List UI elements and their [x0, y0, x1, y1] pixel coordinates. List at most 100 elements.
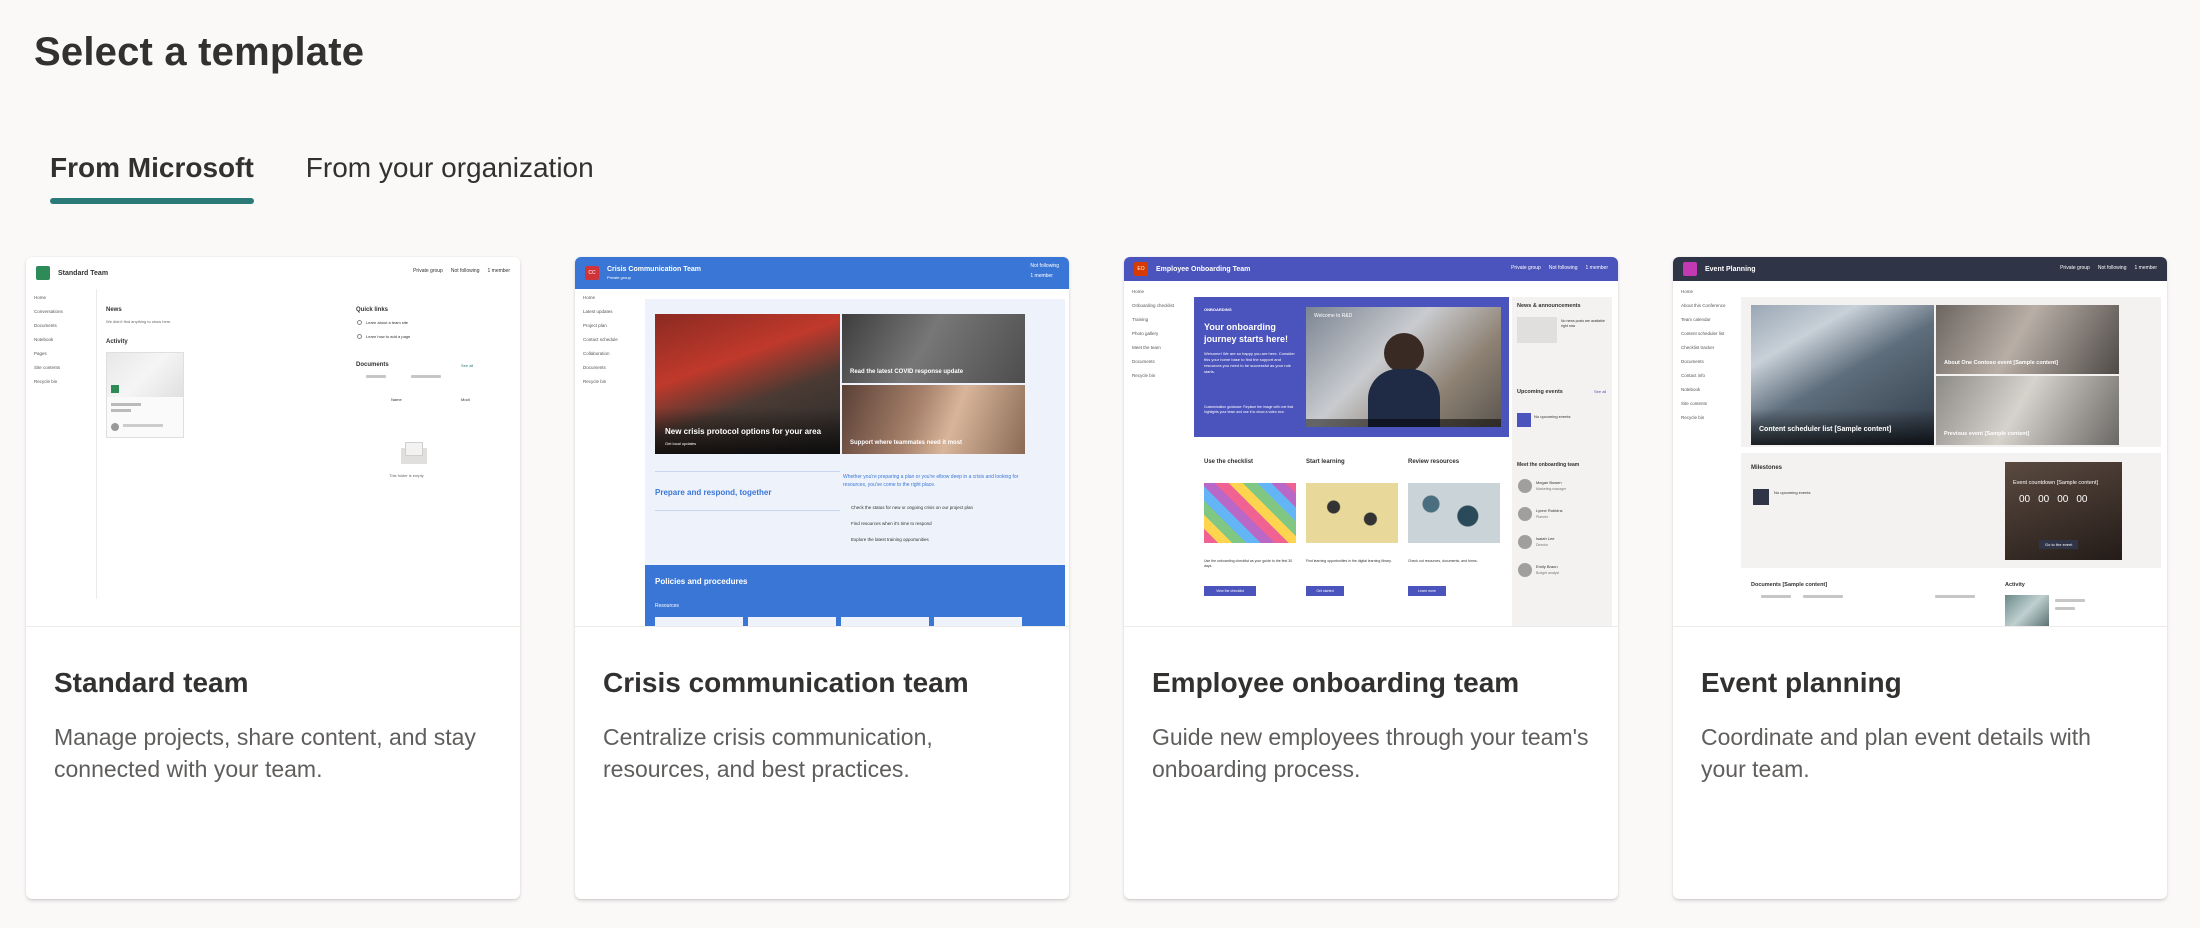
preview-nav: Home About this Conference Team calendar…	[1673, 283, 1739, 626]
preview-video-thumbnail: Welcome to R&D	[1306, 307, 1501, 427]
preview-bullet: Explore the latest training opportunitie…	[851, 537, 929, 542]
template-title: Standard team	[54, 667, 249, 698]
preview-doc-column: Modi	[461, 397, 470, 402]
tab-from-microsoft[interactable]: From Microsoft	[50, 152, 254, 204]
template-preview-employee-onboarding-team: EO Employee Onboarding Team Private grou…	[1124, 257, 1618, 627]
calendar-icon	[1517, 413, 1531, 427]
preview-nav-item: Contact info	[1681, 373, 1706, 378]
preview-nav-item: About this Conference	[1681, 303, 1726, 308]
preview-documents-heading: Documents [Sample content]	[1751, 582, 1828, 588]
preview-nav-item: Documents	[34, 323, 57, 328]
preview-nav-item: Content scheduler list	[1681, 331, 1725, 336]
preview-nav-item: Recycle bin	[1681, 415, 1705, 420]
tab-from-your-organization[interactable]: From your organization	[306, 152, 594, 202]
preview-team-member: Megan Bowen	[1536, 480, 1562, 485]
preview-header-item: Not following	[1548, 265, 1578, 271]
preview-news-heading: News & announcements	[1517, 303, 1581, 309]
preview-nav-item: Home	[583, 295, 596, 300]
preview-hero-image: Content scheduler list [Sample content]	[1751, 305, 1934, 445]
preview-column-button: Learn more	[1408, 586, 1446, 596]
preview-quick-link: Learn how to add a page	[366, 334, 411, 339]
preview-nav-item: Conversations	[34, 309, 63, 314]
preview-column-image	[1306, 483, 1398, 543]
template-card-crisis-communication-team[interactable]: CC Crisis Communication Team Private gro…	[575, 257, 1069, 899]
preview-hero-text: Welcome! We are so happy you are here. C…	[1204, 351, 1295, 374]
preview-intro-text: Whether you're preparing a plan or you'r…	[843, 474, 1019, 488]
preview-site-sub: Private group	[607, 275, 631, 280]
preview-column-text: Use the onboarding checklist as your gui…	[1204, 559, 1293, 568]
template-description: Coordinate and plan event details with y…	[1701, 724, 2091, 782]
preview-activity-image	[2005, 595, 2049, 626]
preview-header-item: 1 member	[2134, 265, 2157, 271]
preview-events-heading: Upcoming events	[1517, 389, 1563, 395]
preview-team-heading: Meet the onboarding team	[1517, 462, 1580, 468]
preview-see-all-link: See all	[461, 363, 474, 368]
preview-hero-main-caption: Content scheduler list [Sample content]	[1759, 426, 1892, 433]
template-source-tabs: From Microsoft From your organization	[50, 152, 594, 204]
page-title: Select a template	[34, 30, 365, 74]
preview-hero-bottom-caption: Support where teammates need it most	[850, 440, 963, 446]
preview-nav-item: Recycle bin	[583, 379, 607, 384]
template-card-event-planning[interactable]: Event Planning Private group Not followi…	[1673, 257, 2167, 899]
preview-team-role: Director	[1536, 543, 1549, 547]
preview-nav-item: Project plan	[583, 323, 607, 328]
preview-team-role: Budget analyst	[1536, 571, 1560, 575]
empty-folder-icon	[401, 442, 427, 464]
template-preview-standard-team: Standard Team Private group Not followin…	[26, 257, 520, 627]
template-title: Crisis communication team	[603, 667, 969, 698]
preview-documents-heading: Documents	[356, 362, 389, 368]
preview-activity-heading: Activity	[2005, 582, 2025, 588]
preview-team-member: Lynne Robbins	[1536, 508, 1563, 513]
preview-news-heading: News	[106, 307, 122, 313]
preview-column-title: Review resources	[1408, 459, 1460, 465]
preview-nav-item: Collaboration	[583, 351, 610, 356]
preview-milestones-heading: Milestones	[1751, 465, 1783, 471]
preview-team-role: Marketing manager	[1536, 487, 1567, 491]
template-card-employee-onboarding-team[interactable]: EO Employee Onboarding Team Private grou…	[1124, 257, 1618, 899]
preview-nav-item: Pages	[34, 351, 47, 356]
preview-site-name: Crisis Communication Team	[607, 266, 702, 273]
preview-nav-item: Documents	[1132, 359, 1155, 364]
preview-events-item: No upcoming events	[1534, 414, 1571, 419]
template-card-standard-team[interactable]: Standard Team Private group Not followin…	[26, 257, 520, 899]
preview-hero-bottom-caption: Previous event [Sample content]	[1944, 431, 2030, 437]
preview-hero-image: Support where teammates need it most	[842, 385, 1025, 454]
preview-nav-item: Documents	[1681, 359, 1704, 364]
site-logo-icon	[1683, 262, 1697, 276]
preview-column-title: Start learning	[1306, 459, 1345, 465]
preview-hero-top-caption: Read the latest COVID response update	[850, 369, 964, 375]
preview-hero-title: Your onboarding journey starts here!	[1204, 322, 1289, 344]
preview-quick-link: Learn about a team site	[366, 320, 409, 325]
preview-nav-item: Photo gallery	[1132, 331, 1159, 336]
preview-nav-item: Latest updates	[583, 309, 613, 314]
preview-column-image	[1204, 483, 1296, 543]
site-logo-icon: EO	[1134, 262, 1148, 276]
preview-header-item: 1 member	[1585, 265, 1608, 271]
preview-policies-band: Policies and procedures Resources	[645, 565, 1065, 626]
preview-column-button: Get started	[1306, 586, 1344, 596]
preview-activity-heading: Activity	[106, 339, 128, 345]
preview-nav-item: Home	[1681, 289, 1694, 294]
preview-nav: Home Conversations Documents Notebook Pa…	[26, 289, 92, 626]
preview-nav-item: Training	[1132, 317, 1149, 322]
preview-header-item: Not following	[450, 268, 480, 274]
preview-hero-image: About One Contoso event [Sample content]	[1936, 305, 2119, 374]
preview-column-text: Find learning opportunities in the digit…	[1306, 559, 1392, 563]
preview-hero: ONBOARDING Your onboarding journey start…	[1194, 297, 1509, 437]
preview-nav-item: Team calendar	[1681, 317, 1711, 322]
preview-nav-item: Notebook	[34, 337, 54, 342]
preview-site-name: Event Planning	[1705, 265, 1756, 273]
preview-nav: Home Onboarding checklist Training Photo…	[1124, 283, 1190, 626]
preview-column-image	[1408, 483, 1500, 543]
preview-team-member: Isaiah Lee	[1536, 536, 1555, 541]
template-title: Employee onboarding team	[1152, 667, 1520, 698]
preview-column-title: Use the checklist	[1204, 459, 1254, 465]
site-logo-icon	[36, 266, 50, 280]
preview-nav-item: Site contents	[34, 365, 61, 370]
preview-column-text: Check out resources, documents, and form…	[1408, 559, 1478, 563]
preview-header-item: Private group	[2060, 265, 2090, 271]
preview-resources-label: Resources	[655, 603, 679, 609]
preview-policies-heading: Policies and procedures	[655, 577, 748, 586]
preview-nav-item: Documents	[583, 365, 606, 370]
preview-site-name: Employee Onboarding Team	[1156, 265, 1251, 273]
